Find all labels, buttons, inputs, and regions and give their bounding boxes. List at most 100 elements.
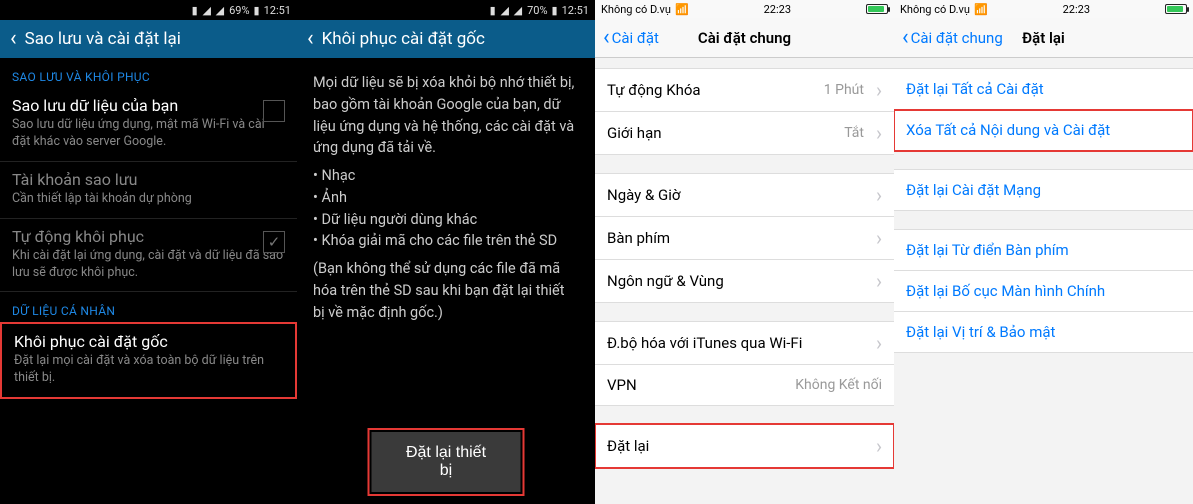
- carrier-label: Không có D.vụ: [900, 3, 970, 16]
- auto-restore-title: Tự động khôi phục: [12, 227, 285, 246]
- row-label: Đ.bộ hóa với iTunes qua Wi-Fi: [607, 334, 802, 352]
- reset-explanation: Mọi dữ liệu sẽ bị xóa khỏi bộ nhớ thiết …: [297, 58, 595, 337]
- chevron-left-icon: ‹: [603, 27, 610, 49]
- backup-account-item[interactable]: Tài khoản sao lưu Cần thiết lập tài khoả…: [0, 162, 297, 219]
- reset-intro: Mọi dữ liệu sẽ bị xóa khỏi bộ nhớ thiết …: [313, 72, 579, 159]
- battery-pct: 69%: [229, 4, 249, 17]
- reset-list-music: Nhạc: [313, 165, 579, 187]
- row-keyboard[interactable]: Bàn phím: [595, 217, 894, 260]
- back-button[interactable]: ‹ Cài đặt chung: [902, 27, 1003, 49]
- battery-icon: [866, 4, 888, 14]
- factory-reset-item[interactable]: Khôi phục cài đặt gốc Đặt lại mọi cài đặ…: [0, 322, 297, 399]
- wifi-icon: 📶: [974, 3, 988, 16]
- group-reset-network: Đặt lại Cài đặt Mạng: [894, 169, 1193, 211]
- status-bar: Không có D.vụ 📶 22:23: [894, 0, 1193, 18]
- row-language-region[interactable]: Ngôn ngữ & Vùng: [595, 260, 894, 303]
- reset-button-row: Đặt lại thiết bị: [372, 432, 521, 492]
- backup-account-sub: Cần thiết lập tài khoản dự phòng: [12, 191, 285, 208]
- backup-data-sub: Sao lưu dữ liệu ứng dụng, mật mã Wi-Fi v…: [12, 117, 285, 151]
- auto-restore-checkbox[interactable]: ✓: [263, 231, 285, 253]
- group-reset: Đặt lại: [595, 424, 894, 468]
- row-label: VPN: [607, 376, 637, 394]
- reset-list-user: Dữ liệu người dùng khác: [313, 209, 579, 231]
- ios-general-screen: Không có D.vụ 📶 22:23 ‹ Cài đặt Cài đặt …: [595, 0, 894, 504]
- reset-note: (Bạn không thể sử dụng các file đã mã hó…: [313, 258, 579, 323]
- row-label: Đặt lại Tất cả Cài đặt: [906, 80, 1044, 98]
- group-security: Tự động Khóa 1 Phút Giới hạn Tắt: [595, 68, 894, 155]
- row-auto-lock[interactable]: Tự động Khóa 1 Phút: [595, 68, 894, 112]
- backup-account-title: Tài khoản sao lưu: [12, 170, 285, 189]
- back-label: Cài đặt: [612, 29, 659, 47]
- row-reset[interactable]: Đặt lại: [595, 424, 894, 468]
- clock: 22:23: [764, 3, 791, 16]
- disclosure-icon: [870, 271, 882, 291]
- row-reset-network[interactable]: Đặt lại Cài đặt Mạng: [894, 169, 1193, 211]
- android-backup-screen: ▮ ◢ ◢ 69% ▮ 12:51 ‹ Sao lưu và cài đặt l…: [0, 0, 297, 504]
- group-reset-main: Đặt lại Tất cả Cài đặt Xóa Tất cả Nội du…: [894, 68, 1193, 151]
- row-vpn[interactable]: VPN Không Kết nối: [595, 365, 894, 406]
- page-title: Sao lưu và cài đặt lại: [25, 29, 181, 49]
- battery-icon: ▮: [552, 4, 558, 17]
- auto-restore-sub: Khi cài đặt lại ứng dụng, cài đặt và dữ …: [12, 248, 285, 282]
- group-locale: Ngày & Giờ Bàn phím Ngôn ngữ & Vùng: [595, 173, 894, 303]
- section-backup-header: SAO LƯU VÀ KHÔI PHỤC: [0, 58, 297, 88]
- row-label: Đặt lại Cài đặt Mạng: [906, 181, 1041, 199]
- disclosure-icon: [870, 185, 882, 205]
- titlebar[interactable]: ‹ Khôi phục cài đặt gốc: [297, 20, 595, 58]
- android-factory-reset-screen: ▮ ◢ ◢ 70% ▮ 12:51 ‹ Khôi phục cài đặt gố…: [297, 0, 595, 504]
- status-bar: ▮ ◢ ◢ 69% ▮ 12:51: [0, 0, 297, 20]
- row-label: Giới hạn: [607, 124, 662, 142]
- reset-device-button[interactable]: Đặt lại thiết bị: [372, 432, 521, 492]
- navbar: ‹ Cài đặt Cài đặt chung: [595, 18, 894, 58]
- battery-pct: 70%: [527, 4, 547, 17]
- row-date-time[interactable]: Ngày & Giờ: [595, 173, 894, 217]
- page-title: Khôi phục cài đặt gốc: [322, 29, 485, 49]
- auto-restore-item[interactable]: Tự động khôi phục Khi cài đặt lại ứng dụ…: [0, 219, 297, 293]
- status-bar: ▮ ◢ ◢ 70% ▮ 12:51: [297, 0, 595, 20]
- backup-data-checkbox[interactable]: [263, 100, 285, 122]
- row-label: Bàn phím: [607, 229, 670, 247]
- row-itunes-wifi-sync[interactable]: Đ.bộ hóa với iTunes qua Wi-Fi: [595, 321, 894, 365]
- backup-data-item[interactable]: Sao lưu dữ liệu của bạn Sao lưu dữ liệu …: [0, 88, 297, 162]
- factory-reset-sub: Đặt lại mọi cài đặt và xóa toàn bộ dữ li…: [14, 353, 283, 387]
- carrier-label: Không có D.vụ: [601, 3, 671, 16]
- disclosure-icon: [870, 228, 882, 248]
- signal-icons: ▮ ◢ ◢: [192, 4, 225, 17]
- row-reset-all-settings[interactable]: Đặt lại Tất cả Cài đặt: [894, 68, 1193, 110]
- row-value: 1 Phút: [824, 80, 882, 100]
- ios-reset-screen: Không có D.vụ 📶 22:23 ‹ Cài đặt chung Đặ…: [894, 0, 1193, 504]
- group-reset-misc: Đặt lại Từ điển Bàn phím Đặt lại Bố cục …: [894, 229, 1193, 353]
- clock: 22:23: [1063, 3, 1090, 16]
- row-label: Xóa Tất cả Nội dung và Cài đặt: [906, 121, 1110, 139]
- wifi-icon: 📶: [675, 3, 689, 16]
- back-button[interactable]: ‹ Cài đặt: [603, 27, 659, 49]
- disclosure-icon: [870, 333, 882, 353]
- battery-icon: [1165, 4, 1187, 14]
- back-icon[interactable]: ‹: [10, 28, 17, 50]
- row-label: Ngày & Giờ: [607, 186, 680, 204]
- back-label: Cài đặt chung: [911, 29, 1003, 47]
- navbar: ‹ Cài đặt chung Đặt lại: [894, 18, 1193, 58]
- backup-data-title: Sao lưu dữ liệu của bạn: [12, 96, 285, 115]
- signal-icons: ▮ ◢ ◢: [490, 4, 523, 17]
- section-personal-header: DỮ LIỆU CÁ NHÂN: [0, 292, 297, 322]
- row-value: Không Kết nối: [795, 377, 882, 393]
- row-label: Đặt lại Bố cục Màn hình Chính: [906, 282, 1105, 300]
- row-label: Ngôn ngữ & Vùng: [607, 272, 724, 290]
- row-reset-keyboard-dict[interactable]: Đặt lại Từ điển Bàn phím: [894, 229, 1193, 271]
- row-erase-all[interactable]: Xóa Tất cả Nội dung và Cài đặt: [894, 110, 1193, 151]
- row-label: Tự động Khóa: [607, 81, 701, 99]
- row-reset-home-layout[interactable]: Đặt lại Bố cục Màn hình Chính: [894, 271, 1193, 312]
- disclosure-icon: [870, 436, 882, 456]
- clock: 12:51: [562, 4, 589, 17]
- back-icon[interactable]: ‹: [307, 28, 314, 50]
- factory-reset-title: Khôi phục cài đặt gốc: [14, 332, 283, 351]
- row-label: Đặt lại Vị trí & Bảo mật: [906, 323, 1055, 341]
- row-restrictions[interactable]: Giới hạn Tắt: [595, 112, 894, 155]
- row-label: Đặt lại: [607, 437, 649, 455]
- row-reset-location-privacy[interactable]: Đặt lại Vị trí & Bảo mật: [894, 312, 1193, 353]
- chevron-left-icon: ‹: [902, 27, 909, 49]
- reset-list-keys: Khóa giải mã cho các file trên thẻ SD: [313, 230, 579, 252]
- titlebar[interactable]: ‹ Sao lưu và cài đặt lại: [0, 20, 297, 58]
- row-label: Đặt lại Từ điển Bàn phím: [906, 241, 1069, 259]
